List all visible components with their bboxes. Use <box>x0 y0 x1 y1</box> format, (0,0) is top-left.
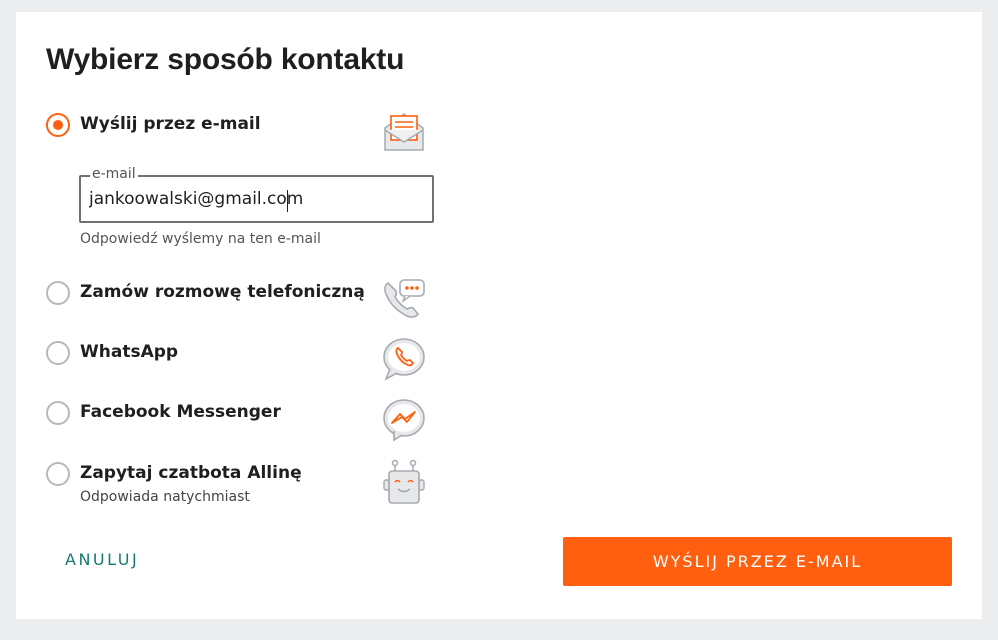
whatsapp-icon <box>383 338 425 381</box>
option-whatsapp[interactable]: WhatsApp <box>46 341 426 381</box>
radio-messenger[interactable] <box>46 401 70 425</box>
option-email[interactable]: Wyślij przez e-mail <box>46 113 426 153</box>
option-chatbot-label: Zapytaj czatbota Allinę <box>80 463 302 483</box>
cancel-button[interactable]: ANULUJ <box>65 550 139 569</box>
contact-dialog: Wybierz sposób kontaktu Wyślij przez e-m… <box>16 12 982 619</box>
option-phone-label: Zamów rozmowę telefoniczną <box>80 282 365 302</box>
option-email-label: Wyślij przez e-mail <box>80 114 261 134</box>
radio-email[interactable] <box>46 113 70 137</box>
option-messenger[interactable]: Facebook Messenger <box>46 401 426 441</box>
messenger-icon <box>383 399 425 442</box>
email-input[interactable] <box>89 189 419 209</box>
send-email-button[interactable]: WYŚLIJ PRZEZ E-MAIL <box>563 537 952 586</box>
dialog-title: Wybierz sposób kontaktu <box>46 43 405 76</box>
email-field[interactable]: e-mail <box>79 166 434 223</box>
option-chatbot[interactable]: Zapytaj czatbota Allinę Odpowiada natych… <box>46 462 426 512</box>
option-messenger-label: Facebook Messenger <box>80 402 281 422</box>
option-phone[interactable]: Zamów rozmowę telefoniczną <box>46 281 426 321</box>
option-chatbot-sublabel: Odpowiada natychmiast <box>80 489 250 505</box>
option-whatsapp-label: WhatsApp <box>80 342 179 362</box>
email-field-legend: e-mail <box>90 166 138 182</box>
radio-whatsapp[interactable] <box>46 341 70 365</box>
phone-chat-icon <box>384 279 425 318</box>
chatbot-icon <box>383 459 425 504</box>
text-caret <box>287 190 288 212</box>
email-helper-text: Odpowiedź wyślemy na ten e-mail <box>80 231 321 247</box>
envelope-icon <box>384 113 424 151</box>
radio-chatbot[interactable] <box>46 462 70 486</box>
radio-phone[interactable] <box>46 281 70 305</box>
